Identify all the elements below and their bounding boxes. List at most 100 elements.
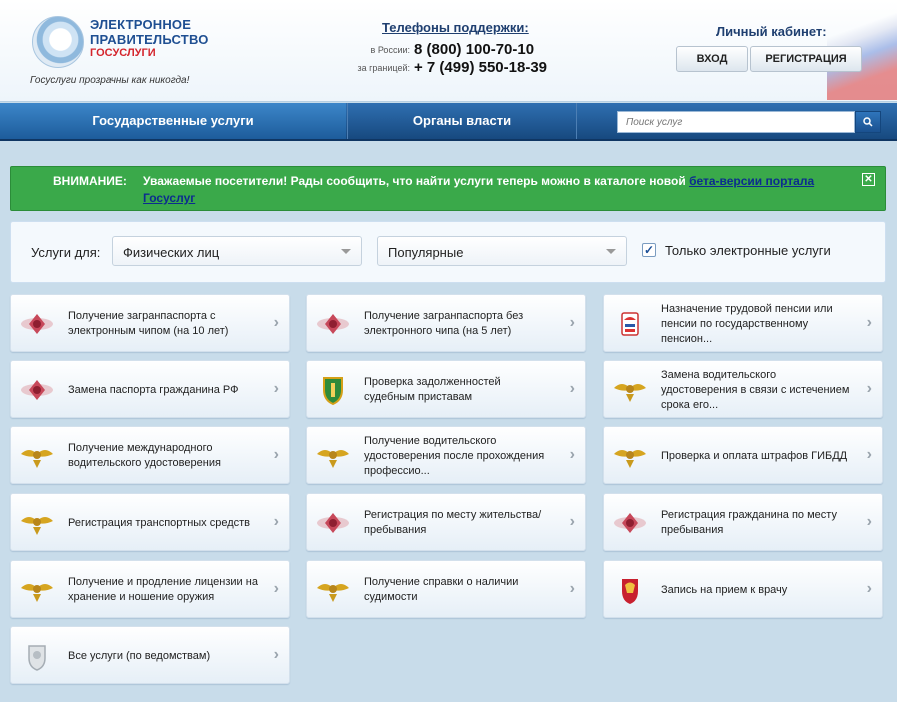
chevron-right-icon: › (273, 513, 279, 530)
search-button[interactable] (855, 111, 881, 133)
mvd-eagle-icon (315, 574, 351, 606)
coat-of-arms-icon (612, 574, 648, 606)
phone-label: за границей: (357, 63, 410, 73)
phone-label: в России: (370, 45, 410, 55)
service-card-label[interactable]: Получение справки о наличии судимости (364, 561, 554, 619)
passport-emblem-icon (19, 308, 55, 340)
chevron-right-icon: › (273, 446, 279, 463)
alert-text: Уважаемые посетители! Рады сообщить, что… (143, 174, 686, 188)
pension-fund-icon (612, 308, 648, 340)
chevron-right-icon: › (866, 380, 872, 397)
chevron-right-icon: › (569, 580, 575, 597)
service-card[interactable]: Получение международного водительского у… (10, 426, 290, 484)
service-card[interactable]: Получение загранпаспорта без электронног… (306, 294, 586, 352)
service-card[interactable]: Получение и продление лицензии на хранен… (10, 560, 290, 618)
mvd-eagle-icon (19, 574, 55, 606)
mvd-eagle-icon (19, 507, 55, 539)
phone-row-abroad: за границей: + 7 (499) 550-18-39 (340, 59, 570, 77)
alert-heading: ВНИМАНИЕ: (53, 174, 127, 188)
logo-text-line3: ГОСУСЛУГИ (90, 47, 156, 59)
service-card[interactable]: Регистрация по месту жительства/пребыван… (306, 493, 586, 551)
services-filter: Услуги для: Физических лиц Популярные ✓ … (10, 221, 886, 283)
page-bottom (0, 690, 897, 702)
passport-emblem-icon (612, 507, 648, 539)
site-header: ЭЛЕКТРОННОЕ ПРАВИТЕЛЬСТВО ГОСУСЛУГИ Госу… (0, 0, 897, 102)
search-input[interactable] (617, 111, 855, 133)
sort-select[interactable]: Популярные (377, 236, 627, 266)
service-card-label[interactable]: Назначение трудовой пенсии или пенсии по… (661, 295, 851, 353)
service-card[interactable]: Проверка и оплата штрафов ГИБДД › (603, 426, 883, 484)
service-card-label[interactable]: Проверка и оплата штрафов ГИБДД (661, 427, 851, 485)
service-card-label[interactable]: Получение водительского удостоверения по… (364, 427, 554, 485)
service-card-label[interactable]: Замена паспорта гражданина РФ (68, 361, 258, 419)
bailiffs-emblem-icon (315, 374, 351, 406)
phone-number: + 7 (499) 550-18-39 (414, 59, 548, 76)
mvd-eagle-icon (612, 440, 648, 472)
service-card[interactable]: Назначение трудовой пенсии или пенсии по… (603, 294, 883, 352)
filter-label: Услуги для: (31, 245, 101, 260)
service-card-label[interactable]: Регистрация гражданина по месту пребыван… (661, 494, 851, 552)
audience-select[interactable]: Физических лиц (112, 236, 362, 266)
chevron-down-icon (606, 249, 616, 254)
chevron-right-icon: › (273, 380, 279, 397)
service-card[interactable]: Получение загранпаспорта с электронным ч… (10, 294, 290, 352)
service-card[interactable]: Проверка задолженностей судебным пристав… (306, 360, 586, 418)
cabinet-title: Личный кабинет: (716, 24, 827, 39)
chevron-right-icon: › (569, 446, 575, 463)
service-card-label[interactable]: Получение и продление лицензии на хранен… (68, 561, 258, 619)
tab-authorities[interactable]: Органы власти (347, 103, 577, 139)
service-card[interactable]: Регистрация гражданина по месту пребыван… (603, 493, 883, 551)
chevron-right-icon: › (866, 580, 872, 597)
tab-gov-services[interactable]: Государственные услуги (0, 103, 346, 139)
mvd-eagle-icon (315, 440, 351, 472)
support-phones-title[interactable]: Телефоны поддержки: (382, 20, 529, 35)
search-icon (863, 117, 873, 127)
service-card[interactable]: Замена водительского удостоверения в свя… (603, 360, 883, 418)
passport-emblem-icon (315, 507, 351, 539)
service-card[interactable]: Все услуги (по ведомствам) › (10, 626, 290, 684)
logo-text-line2: ПРАВИТЕЛЬСТВО (90, 32, 209, 47)
chevron-right-icon: › (273, 580, 279, 597)
service-card[interactable]: Получение водительского удостоверения по… (306, 426, 586, 484)
chevron-right-icon: › (866, 314, 872, 331)
support-phones: Телефоны поддержки: в России: 8 (800) 10… (340, 20, 570, 82)
mvd-eagle-icon (19, 440, 55, 472)
service-card-label[interactable]: Запись на прием к врачу (661, 561, 851, 619)
gosuslugi-emblem-icon (32, 16, 84, 68)
chevron-right-icon: › (273, 314, 279, 331)
main-nav: Государственные услуги Органы власти (0, 103, 897, 141)
service-card[interactable]: Получение справки о наличии судимости › (306, 560, 586, 618)
logo-text-line1: ЭЛЕКТРОННОЕ (90, 17, 192, 32)
passport-emblem-icon (315, 308, 351, 340)
service-card[interactable]: Регистрация транспортных средств › (10, 493, 290, 551)
chevron-down-icon (341, 249, 351, 254)
only-electronic-label[interactable]: Только электронные услуги (665, 243, 831, 258)
sort-select-value: Популярные (388, 245, 464, 260)
chevron-right-icon: › (569, 513, 575, 530)
service-card-label[interactable]: Получение загранпаспорта с электронным ч… (68, 295, 258, 353)
service-card-label[interactable]: Замена водительского удостоверения в свя… (661, 361, 851, 419)
chevron-right-icon: › (866, 446, 872, 463)
only-electronic-checkbox[interactable]: ✓ (642, 243, 656, 257)
grey-emblem-icon (19, 640, 55, 672)
chevron-right-icon: › (569, 314, 575, 331)
service-card[interactable]: Замена паспорта гражданина РФ › (10, 360, 290, 418)
service-card-label[interactable]: Регистрация транспортных средств (68, 494, 258, 552)
phone-number: 8 (800) 100-70-10 (414, 41, 535, 58)
service-card-label[interactable]: Регистрация по месту жительства/пребыван… (364, 494, 554, 552)
mvd-eagle-icon (612, 374, 648, 406)
chevron-right-icon: › (866, 513, 872, 530)
service-card-label[interactable]: Все услуги (по ведомствам) (68, 627, 258, 685)
audience-select-value: Физических лиц (123, 245, 220, 260)
register-button[interactable]: РЕГИСТРАЦИЯ (750, 46, 862, 72)
service-card[interactable]: Запись на прием к врачу › (603, 560, 883, 618)
phone-row-russia: в России: 8 (800) 100-70-10 (340, 41, 570, 59)
chevron-right-icon: › (569, 380, 575, 397)
service-card-label[interactable]: Получение международного водительского у… (68, 427, 258, 485)
login-button[interactable]: ВХОД (676, 46, 748, 72)
chevron-right-icon: › (273, 646, 279, 663)
service-card-label[interactable]: Проверка задолженностей судебным пристав… (364, 361, 554, 419)
close-icon[interactable]: ✕ (862, 173, 875, 186)
site-logo[interactable]: ЭЛЕКТРОННОЕ ПРАВИТЕЛЬСТВО ГОСУСЛУГИ Госу… (30, 14, 230, 92)
service-card-label[interactable]: Получение загранпаспорта без электронног… (364, 295, 554, 353)
